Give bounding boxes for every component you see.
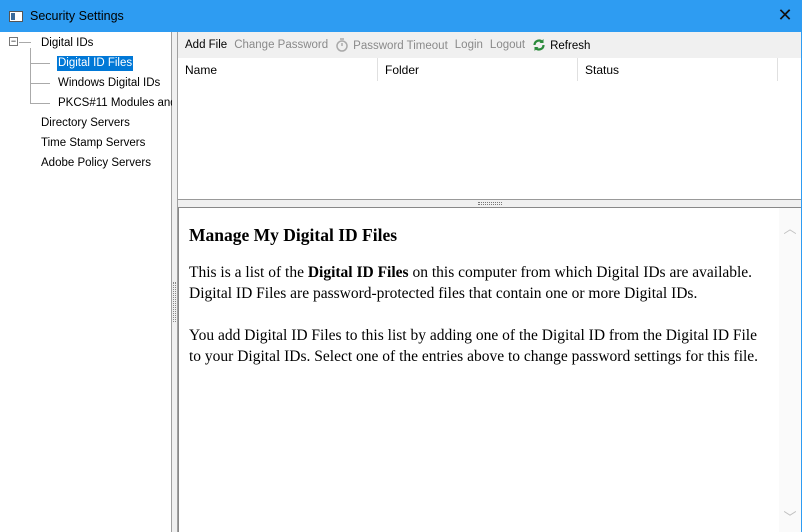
digital-id-files-list[interactable]: Name Folder Status: [178, 58, 801, 200]
refresh-button[interactable]: Refresh: [532, 38, 590, 52]
close-icon[interactable]: ✕: [776, 6, 794, 24]
app-icon: [9, 10, 23, 22]
tree-item-adobe-policy-servers[interactable]: Adobe Policy Servers: [41, 156, 151, 171]
add-file-button[interactable]: Add File: [185, 39, 227, 51]
column-header-folder[interactable]: Folder: [378, 58, 578, 81]
tree-pane: − Digital IDs Digital ID Files Windows D…: [1, 32, 172, 532]
main-pane: Add File Change Password Password Timeou…: [178, 32, 802, 532]
column-header-name[interactable]: Name: [178, 58, 378, 81]
timer-icon: [336, 38, 348, 52]
scroll-down-icon[interactable]: ﹀: [779, 507, 801, 526]
toolbar: Add File Change Password Password Timeou…: [178, 32, 801, 58]
vertical-scrollbar[interactable]: ︿ ﹀: [779, 208, 801, 532]
logout-button[interactable]: Logout: [490, 39, 525, 51]
tree-item-digital-ids[interactable]: Digital IDs: [41, 36, 93, 51]
list-header: Name Folder Status: [178, 58, 801, 82]
tree-item-time-stamp-servers[interactable]: Time Stamp Servers: [41, 136, 145, 151]
tree-item-directory-servers[interactable]: Directory Servers: [41, 116, 130, 131]
tree-item-digital-id-files[interactable]: Digital ID Files: [55, 55, 135, 72]
help-paragraph-1: This is a list of the Digital ID Files o…: [189, 264, 753, 302]
window-title: Security Settings: [30, 9, 124, 23]
password-timeout-button[interactable]: Password Timeout: [335, 38, 448, 52]
change-password-button[interactable]: Change Password: [234, 39, 328, 51]
help-panel: Manage My Digital ID Files This is a lis…: [178, 208, 801, 532]
help-title: Manage My Digital ID Files: [189, 225, 398, 245]
column-header-status[interactable]: Status: [578, 58, 778, 81]
horizontal-splitter[interactable]: [178, 200, 801, 208]
refresh-label: Refresh: [550, 40, 591, 52]
tree-item-windows-digital-ids[interactable]: Windows Digital IDs: [58, 76, 160, 91]
collapse-icon[interactable]: −: [9, 37, 18, 46]
help-paragraph-2: You add Digital ID Files to this list by…: [189, 327, 759, 365]
password-timeout-label: Password Timeout: [353, 40, 448, 52]
title-bar: Security Settings ✕: [0, 0, 802, 32]
tree-item-pkcs11[interactable]: PKCS#11 Modules and Tokens: [58, 96, 172, 111]
refresh-icon: [533, 39, 545, 51]
scroll-up-icon[interactable]: ︿: [779, 218, 801, 237]
login-button[interactable]: Login: [455, 39, 483, 51]
